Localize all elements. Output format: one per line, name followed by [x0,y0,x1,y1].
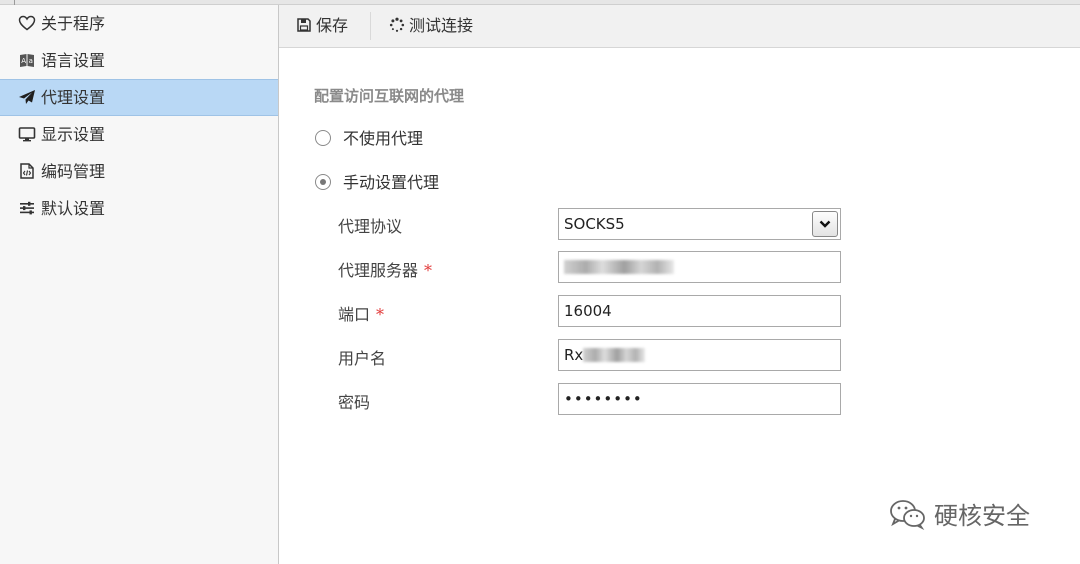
dropdown-button[interactable] [812,211,838,237]
port-input[interactable]: 16004 [558,295,841,327]
code-file-icon [18,163,36,179]
sliders-icon [18,200,36,216]
redacted-blur [583,348,646,362]
sidebar-item-label: 编码管理 [41,162,106,181]
server-label: 代理服务器 * [338,257,432,281]
floppy-disk-icon [296,17,312,33]
sidebar-item-label: 默认设置 [41,199,106,218]
chevron-down-icon [819,220,831,228]
sidebar-item-label: 代理设置 [41,88,106,107]
sidebar-item-encoding[interactable]: 编码管理 [0,153,278,190]
svg-text:A: A [21,57,26,65]
paper-plane-icon [18,89,36,105]
wechat-icon [888,498,928,530]
password-input-value: •••••••• [564,390,643,408]
username-label: 用户名 [338,349,387,368]
port-label: 端口 * [338,301,384,325]
svg-text:a: a [29,57,33,65]
server-input[interactable] [558,251,841,283]
radio-button-checked[interactable] [315,174,331,190]
test-connection-button[interactable]: 测试连接 [389,5,473,47]
username-input-value: Rx [564,346,584,364]
watermark-text: 硬核安全 [934,502,1030,530]
port-input-value: 16004 [564,302,612,320]
sidebar-item-proxy[interactable]: 代理设置 [0,79,278,116]
password-label: 密码 [338,393,371,412]
save-button-label: 保存 [316,16,349,35]
sidebar-item-about[interactable]: 关于程序 [0,5,278,42]
toolbar-separator [370,12,371,40]
sidebar-item-label: 语言设置 [41,51,106,70]
required-mark: * [424,261,433,280]
radio-button[interactable] [315,130,331,146]
radio-no-proxy[interactable]: 不使用代理 [315,125,423,149]
server-label-text: 代理服务器 [338,261,419,280]
redacted-blur [564,260,674,274]
heart-icon [18,15,36,31]
proxy-settings-panel: 保存 测试连接 配置访问互联网的代理 不使用代理 手动设置代理 代理协议 SOC… [279,5,1080,564]
protocol-label: 代理协议 [338,217,403,236]
settings-sidebar: 关于程序 Aa 语言设置 代理设置 显示设置 编码管理 默认设置 [0,5,279,564]
radio-label: 手动设置代理 [343,173,440,192]
port-label-text: 端口 [338,305,371,324]
spinner-icon [389,17,405,33]
radio-manual-proxy[interactable]: 手动设置代理 [315,169,439,193]
test-connection-label: 测试连接 [409,16,474,35]
toolbar: 保存 测试连接 [279,5,1080,48]
sidebar-item-label: 显示设置 [41,125,106,144]
radio-label: 不使用代理 [343,129,424,148]
sidebar-item-label: 关于程序 [41,14,106,33]
sidebar-item-language[interactable]: Aa 语言设置 [0,42,278,79]
sidebar-item-defaults[interactable]: 默认设置 [0,190,278,227]
watermark: 硬核安全 [888,496,1030,531]
section-title: 配置访问互联网的代理 [314,87,465,105]
required-mark: * [376,305,385,324]
sidebar-item-display[interactable]: 显示设置 [0,116,278,153]
save-button[interactable]: 保存 [296,5,348,47]
protocol-select[interactable]: SOCKS5 [558,208,841,240]
password-input[interactable]: •••••••• [558,383,841,415]
book-icon: Aa [18,52,36,68]
protocol-select-value: SOCKS5 [564,215,625,233]
username-input[interactable]: Rx [558,339,841,371]
monitor-icon [18,126,36,142]
